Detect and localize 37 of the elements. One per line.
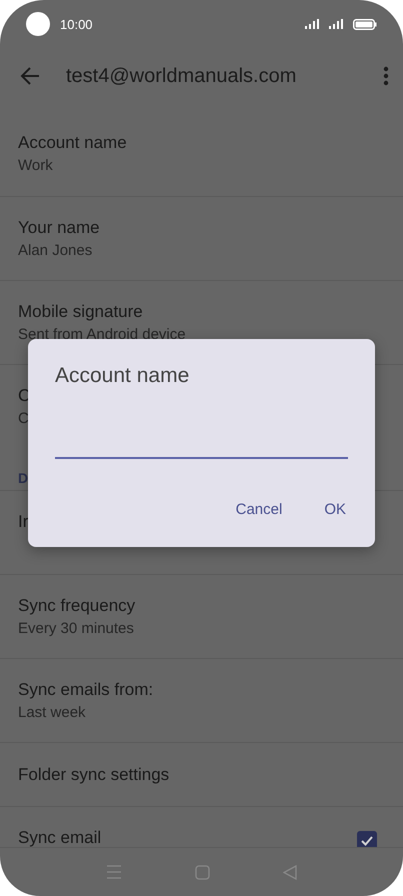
item-value: C	[18, 409, 30, 429]
dialog-button[interactable]: OK	[310, 493, 360, 526]
settings-item[interactable]: Sync frequency Every 30 minutes	[0, 574, 403, 658]
signal-icon	[329, 19, 343, 29]
item-title: Account name	[18, 132, 128, 154]
dialog-button[interactable]: Cancel	[222, 493, 296, 526]
item-title: Folder sync settings	[18, 764, 170, 786]
dialog-title: Account name	[55, 363, 190, 389]
back-arrow-icon[interactable]	[20, 67, 40, 85]
item-value: Work	[18, 156, 54, 176]
home-icon[interactable]	[194, 864, 210, 880]
item-title: Sync email	[18, 827, 102, 847]
more-options-icon[interactable]	[383, 66, 389, 86]
checkbox[interactable]	[357, 831, 377, 847]
menu-icon[interactable]	[106, 865, 122, 879]
account-email-title: test4@worldmanuals.com	[66, 64, 298, 88]
camera-hole	[26, 12, 50, 36]
item-title: Sync emails from:	[18, 679, 154, 701]
settings-item[interactable]: Your name Alan Jones	[0, 196, 403, 280]
item-value: Last week	[18, 703, 87, 723]
item-value: Sent from Android device	[18, 325, 187, 345]
section-header: D	[17, 469, 30, 488]
back-icon[interactable]	[282, 864, 297, 880]
status-time: 10:00	[60, 16, 94, 32]
settings-item[interactable]: Sync emails from: Last week	[0, 658, 403, 742]
item-value: Alan Jones	[18, 241, 94, 261]
settings-item[interactable]: Sync email	[0, 806, 403, 847]
battery-icon	[353, 18, 377, 30]
item-title: Ir	[18, 511, 30, 533]
item-value: Every 30 minutes	[18, 619, 135, 639]
item-title: Your name	[18, 217, 101, 239]
signal-icon	[305, 19, 319, 29]
item-title: Mobile signature	[18, 301, 144, 323]
settings-item[interactable]: Folder sync settings	[0, 742, 403, 806]
check-icon	[360, 835, 374, 847]
item-title: Sync frequency	[18, 595, 136, 617]
settings-item[interactable]: Account name Work	[0, 112, 403, 196]
